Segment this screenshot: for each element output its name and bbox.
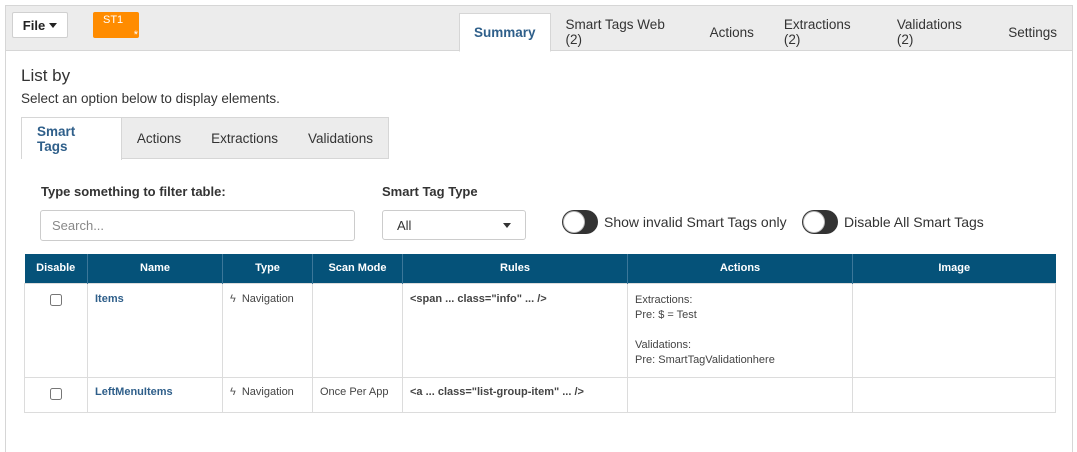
file-menu-button[interactable]: File (12, 12, 68, 38)
tab-settings[interactable]: Settings (993, 13, 1072, 51)
subtab-extractions[interactable]: Extractions (196, 118, 293, 159)
col-type[interactable]: Type (222, 254, 313, 283)
disable-cell (24, 282, 88, 378)
type-text: Navigation (241, 385, 294, 398)
rules-cell: <span ... class="info" ... /> (402, 282, 628, 378)
tab-summary[interactable]: Summary (459, 13, 551, 52)
tab-smart-tags-web[interactable]: Smart Tags Web (2) (551, 13, 695, 51)
image-cell (852, 282, 1056, 378)
list-by-subtitle: Select an option below to display elemen… (21, 91, 280, 106)
col-scan-mode[interactable]: Scan Mode (312, 254, 403, 283)
select-value: All (397, 217, 412, 233)
filter-label: Type something to filter table: (41, 184, 226, 199)
actions-cell: Extractions: Pre: $ = Test Validations: … (627, 282, 853, 378)
disable-checkbox[interactable] (50, 293, 62, 306)
app-frame: File ST1 * Summary Smart Tags Web (2) Ac… (5, 5, 1073, 452)
actions-spacer (635, 323, 845, 338)
file-label: File (22, 17, 46, 33)
actions-line: Validations: (635, 338, 692, 351)
smart-tags-table: Disable Name Type Scan Mode Rules Action… (24, 254, 1056, 413)
disable-all-label: Disable All Smart Tags (844, 214, 984, 230)
actions-line: Pre: SmartTagValidationhere (635, 353, 775, 366)
caret-down-icon (49, 22, 58, 28)
subtab-smart-tags[interactable]: Smart Tags (22, 118, 122, 160)
list-by-tabs: Smart Tags Actions Extractions Validatio… (21, 117, 389, 160)
invalid-only-toggle[interactable] (562, 210, 598, 234)
image-cell (852, 376, 1056, 413)
table-header: Disable Name Type Scan Mode Rules Action… (24, 254, 1056, 283)
subtab-validations[interactable]: Validations (293, 118, 388, 159)
asterisk-icon: * (133, 29, 138, 41)
col-rules[interactable]: Rules (402, 254, 628, 283)
search-input[interactable] (40, 210, 355, 241)
type-cell: ϟ Navigation (222, 282, 313, 378)
disable-checkbox[interactable] (50, 387, 62, 400)
tab-extractions[interactable]: Extractions (2) (769, 13, 882, 51)
tab-actions[interactable]: Actions (695, 13, 769, 51)
subtab-actions[interactable]: Actions (122, 118, 196, 159)
col-actions[interactable]: Actions (627, 254, 853, 283)
name-cell[interactable]: LeftMenuItems (87, 376, 223, 413)
col-disable[interactable]: Disable (24, 254, 88, 283)
smart-tag-type-label: Smart Tag Type (382, 184, 478, 199)
col-image[interactable]: Image (852, 254, 1056, 283)
smart-tag-badge[interactable]: ST1 * (93, 12, 139, 41)
table-row[interactable]: LeftMenuItems ϟ Navigation Once Per App <… (24, 376, 1056, 413)
toggle-knob (803, 211, 825, 233)
scan-mode-cell: Once Per App (312, 376, 403, 413)
actions-line: Pre: $ = Test (635, 308, 697, 321)
type-text: Navigation (241, 292, 294, 305)
type-cell: ϟ Navigation (222, 376, 313, 413)
invalid-only-label: Show invalid Smart Tags only (604, 214, 787, 230)
smart-tag-type-select[interactable]: All (382, 210, 526, 240)
rules-cell: <a ... class="list-group-item" ... /> (402, 376, 628, 413)
name-cell[interactable]: Items (87, 282, 223, 378)
top-bar: File ST1 * Summary Smart Tags Web (2) Ac… (6, 6, 1072, 52)
list-by-title: List by (21, 66, 71, 85)
caret-down-icon (503, 222, 511, 228)
scan-mode-cell (312, 282, 403, 378)
disable-cell (24, 376, 88, 413)
col-name[interactable]: Name (87, 254, 223, 283)
main-tabs: Summary Smart Tags Web (2) Actions Extra… (459, 13, 1072, 52)
bolt-icon: ϟ (230, 292, 236, 305)
table-row[interactable]: Items ϟ Navigation <span ... class="info"… (24, 282, 1056, 378)
bolt-icon: ϟ (230, 385, 236, 398)
toggle-knob (563, 211, 585, 233)
actions-line: Extractions: (635, 293, 693, 306)
badge-label: ST1 (103, 14, 124, 26)
tab-validations[interactable]: Validations (2) (882, 13, 993, 51)
disable-all-toggle[interactable] (802, 210, 838, 234)
actions-cell (627, 376, 853, 413)
